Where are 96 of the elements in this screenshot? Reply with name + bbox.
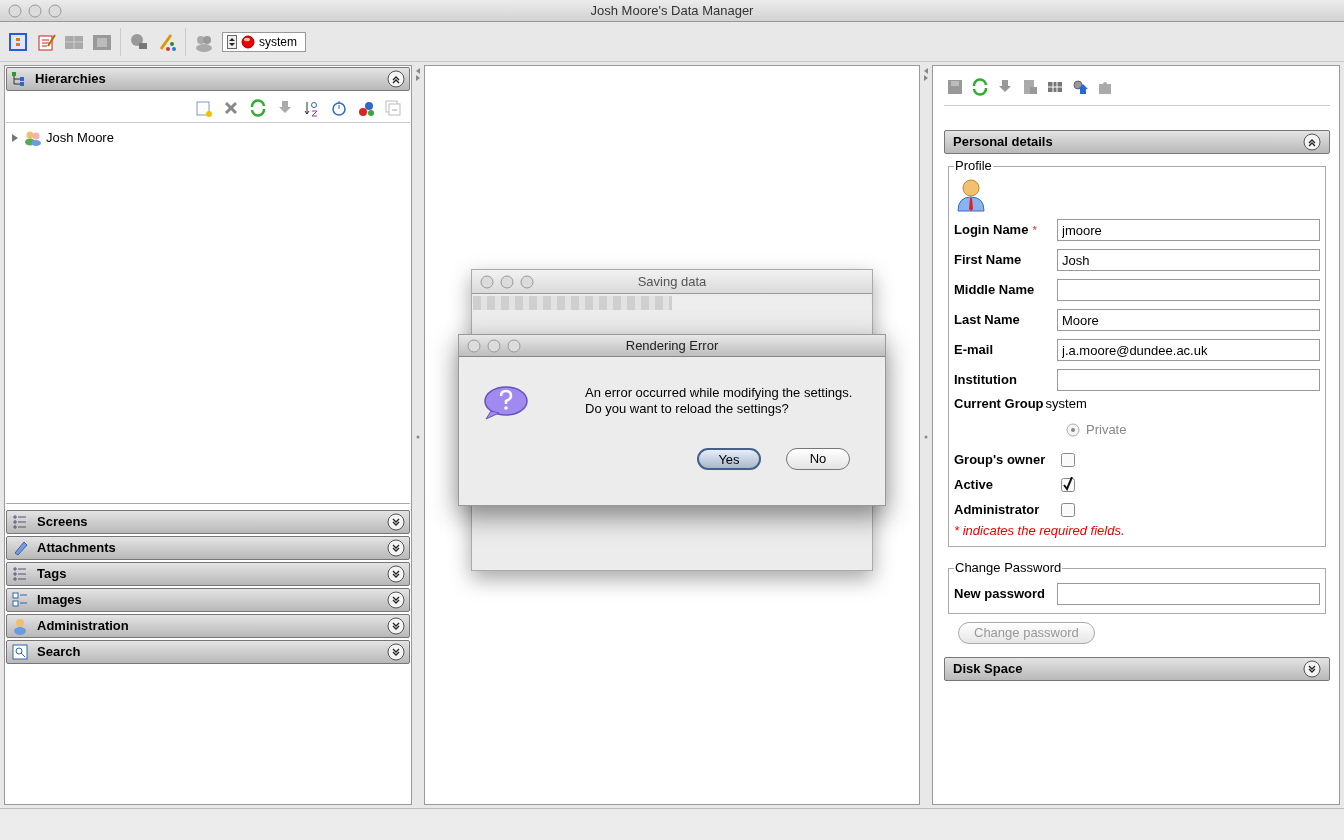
- section-header[interactable]: Disk Space: [944, 657, 1330, 681]
- section-title: Personal details: [953, 133, 1054, 152]
- dialog-button[interactable]: No: [786, 448, 850, 470]
- section-title: Hierarchies: [35, 70, 107, 89]
- dialog-title: Rendering Error: [625, 336, 719, 355]
- text-field[interactable]: jmoore: [1057, 219, 1320, 241]
- expand-icon[interactable]: [387, 591, 405, 609]
- expand-icon[interactable]: [387, 565, 405, 583]
- stopwatch-icon[interactable]: [330, 98, 348, 117]
- field-label: Current Group: [954, 395, 1044, 414]
- pencil-icon[interactable]: [157, 31, 177, 52]
- window-control-icon[interactable]: [520, 274, 534, 289]
- section-title: Administration: [37, 617, 130, 636]
- group-legend: Change Password: [954, 560, 1063, 576]
- list-icon: [11, 565, 29, 583]
- section-title: Disk Space: [953, 660, 1024, 679]
- expand-icon[interactable]: [387, 617, 405, 635]
- person-icon: [11, 617, 29, 635]
- section-title: Tags: [37, 565, 68, 584]
- section-header[interactable]: Images: [6, 588, 410, 612]
- status-dot-icon: [241, 34, 255, 49]
- field-label: Last Name: [954, 311, 1020, 330]
- window-control-icon[interactable]: [48, 3, 62, 18]
- checkbox[interactable]: [1061, 477, 1075, 492]
- list-icon: [11, 513, 29, 531]
- text-field[interactable]: [1057, 369, 1320, 391]
- text-field[interactable]: Josh: [1057, 249, 1320, 271]
- users-icon: [24, 130, 42, 146]
- refresh-icon[interactable]: [971, 77, 989, 96]
- window-control-icon[interactable]: [507, 338, 521, 353]
- image-list-icon: [11, 591, 29, 609]
- expand-icon[interactable]: [387, 539, 405, 557]
- splitter-grip-icon[interactable]: [416, 435, 420, 439]
- user-avatar-icon: [956, 178, 986, 212]
- window-control-icon[interactable]: [487, 338, 501, 353]
- checkbox[interactable]: [1061, 452, 1075, 467]
- section-header[interactable]: Screens: [6, 510, 410, 534]
- field-label: Group's owner: [954, 450, 1047, 469]
- section-title: Search: [37, 643, 82, 662]
- window-control-icon[interactable]: [8, 3, 22, 18]
- splitter-arrows-icon[interactable]: [414, 67, 422, 81]
- collapse-all-icon[interactable]: [384, 98, 402, 117]
- required-note: * indicates the required fields.: [954, 522, 1126, 540]
- window-title: Josh Moore's Data Manager: [590, 1, 754, 20]
- save-icon[interactable]: [946, 77, 964, 96]
- magnifier-icon: [11, 643, 29, 661]
- dialog-message: Do you want to reload the settings?: [585, 401, 790, 417]
- document-icon[interactable]: [1021, 77, 1039, 96]
- field-label: First Name: [954, 251, 1022, 270]
- dialog-button[interactable]: Yes: [697, 448, 761, 470]
- window-control-icon[interactable]: [480, 274, 494, 289]
- dialog-title: Saving data: [637, 272, 707, 291]
- checkbox[interactable]: [1061, 502, 1075, 517]
- expand-icon[interactable]: [387, 513, 405, 531]
- group-name: system: [259, 33, 298, 51]
- tree-item[interactable]: Josh Moore: [10, 129, 410, 147]
- dialog-message: An error occurred while modifying the settings.: [585, 385, 853, 401]
- question-bubble-icon: [481, 385, 529, 421]
- window-control-icon[interactable]: [500, 274, 514, 289]
- field-label: Institution: [954, 371, 1017, 390]
- text-field[interactable]: [1057, 279, 1320, 301]
- stepper-icon[interactable]: [227, 34, 237, 49]
- section-header[interactable]: Attachments: [6, 536, 410, 560]
- password-field[interactable]: [1057, 583, 1320, 605]
- text-field[interactable]: j.a.moore@dundee.ac.uk: [1057, 339, 1320, 361]
- expand-icon[interactable]: [387, 643, 405, 661]
- field-label: Active: [954, 475, 995, 494]
- window-control-icon[interactable]: [28, 3, 42, 18]
- new-item-icon[interactable]: [195, 98, 213, 117]
- field-label: Middle Name: [954, 281, 1035, 300]
- required-marker: *: [1032, 222, 1037, 238]
- section-title: Images: [37, 591, 83, 610]
- expand-arrow-icon[interactable]: [10, 133, 20, 143]
- field-label: Administrator: [954, 500, 1041, 519]
- section-title: Attachments: [37, 539, 117, 558]
- section-header[interactable]: Personal details: [944, 130, 1330, 154]
- splitter-arrows-icon[interactable]: [922, 67, 930, 81]
- section-header[interactable]: Tags: [6, 562, 410, 586]
- window-control-icon[interactable]: [467, 338, 481, 353]
- panel-header[interactable]: Hierarchies: [6, 67, 410, 91]
- text-field[interactable]: Moore: [1057, 309, 1320, 331]
- splitter-grip-icon[interactable]: [924, 435, 928, 439]
- section-header[interactable]: Administration: [6, 614, 410, 638]
- tree-icon: [11, 71, 27, 87]
- refresh-icon[interactable]: [249, 98, 267, 117]
- section-title: Screens: [37, 513, 89, 532]
- field-value: system: [1045, 395, 1087, 414]
- collapse-icon[interactable]: [387, 70, 405, 88]
- collapse-icon[interactable]: [1303, 133, 1321, 151]
- field-label: Login Name: [954, 221, 1029, 240]
- field-label: E-mail: [954, 341, 993, 360]
- expand-icon[interactable]: [1303, 660, 1321, 678]
- field-label: New password: [954, 585, 1047, 604]
- group-selector[interactable]: system: [222, 31, 306, 52]
- section-header[interactable]: Search: [6, 640, 410, 664]
- tree-view-icon[interactable]: [8, 31, 28, 52]
